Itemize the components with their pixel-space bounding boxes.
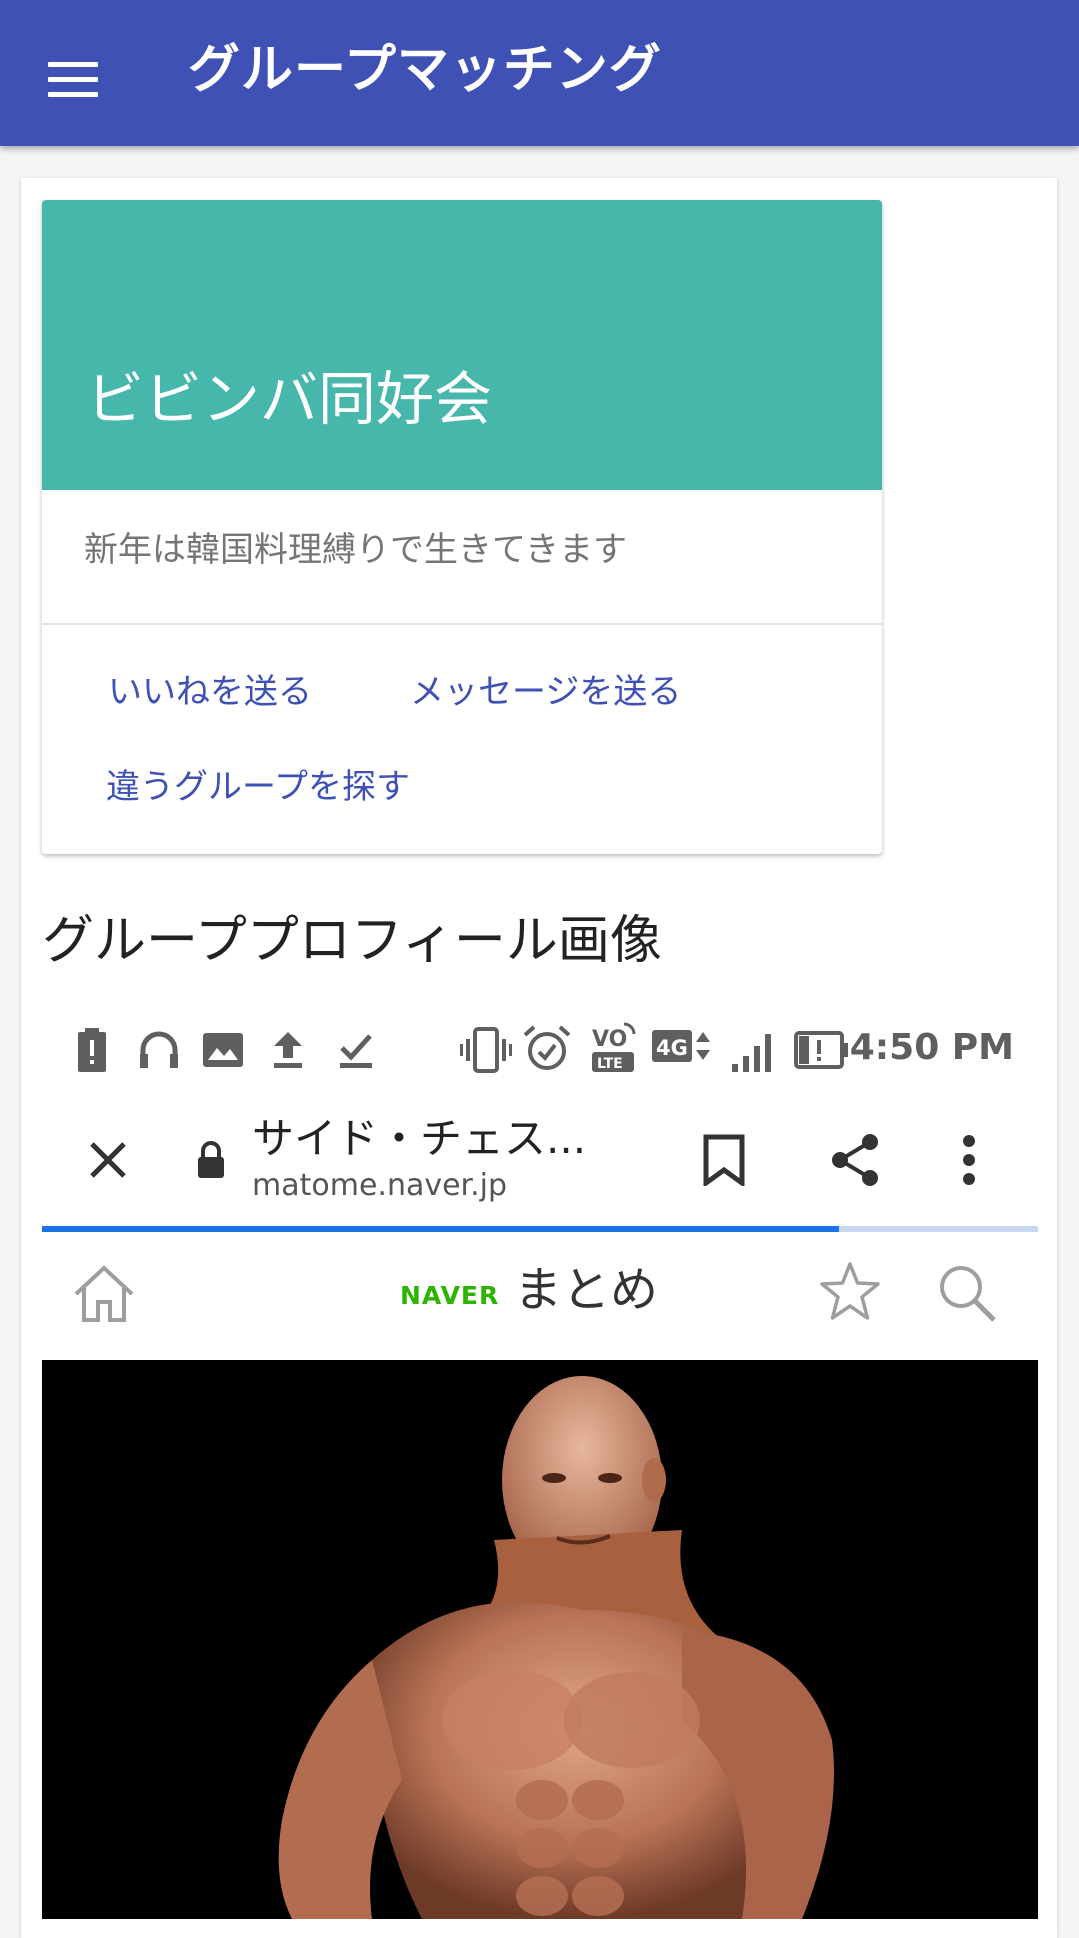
card-header: ビビンバ同好会	[42, 200, 882, 490]
more-options-icon[interactable]	[962, 1134, 976, 1186]
group-profile-image: VO LTE 4G 4:50 PM サイド・チェス... matome.nave…	[42, 1000, 1038, 1919]
browser-page-title: サイド・チェス...	[252, 1114, 587, 1163]
bookmark-icon[interactable]	[702, 1134, 746, 1186]
send-message-button[interactable]: メッセージを送る	[410, 668, 681, 716]
profile-image-heading: グループプロフィール画像	[42, 911, 662, 971]
bodybuilder-illustration	[42, 1360, 1038, 1919]
naver-logo: NAVER	[400, 1281, 500, 1310]
group-description: 新年は韓国料理縛りで生きてきます	[84, 530, 627, 570]
svg-text:VO: VO	[592, 1027, 627, 1052]
home-icon[interactable]	[72, 1264, 136, 1324]
share-icon[interactable]	[828, 1132, 882, 1188]
hamburger-menu-icon[interactable]	[48, 62, 100, 98]
send-like-button[interactable]: いいねを送る	[108, 668, 312, 716]
app-bar: グループマッチング	[0, 0, 1079, 146]
4g-network-icon: 4G	[652, 1030, 710, 1062]
headphones-icon	[140, 1031, 178, 1068]
alarm-icon	[523, 1025, 571, 1070]
battery-low-icon	[794, 1031, 848, 1069]
download-done-icon	[340, 1034, 372, 1068]
image-icon	[203, 1033, 243, 1067]
star-icon[interactable]	[818, 1260, 882, 1322]
svg-text:4G: 4G	[656, 1036, 688, 1060]
lock-icon	[198, 1141, 224, 1178]
card-divider	[42, 623, 882, 625]
status-time: 4:50 PM	[849, 1027, 1014, 1068]
bodybuilder-photo	[42, 1360, 1038, 1919]
status-bar: VO LTE 4G 4:50 PM	[42, 1000, 1038, 1096]
group-name: ビビンバ同好会	[86, 365, 493, 433]
naver-service-name: まとめ	[514, 1262, 659, 1318]
vibrate-icon	[460, 1027, 512, 1073]
svg-text:LTE: LTE	[597, 1056, 623, 1072]
naver-header: NAVER まとめ	[42, 1232, 1038, 1361]
browser-toolbar: サイド・チェス... matome.naver.jp	[42, 1096, 1038, 1226]
volte-icon: VO LTE	[592, 1022, 636, 1072]
signal-strength-icon	[732, 1034, 771, 1072]
battery-alert-icon	[78, 1028, 106, 1072]
app-title: グループマッチング	[188, 40, 662, 100]
search-icon[interactable]	[936, 1262, 998, 1324]
find-other-group-button[interactable]: 違うグループを探す	[106, 763, 410, 811]
upload-icon	[274, 1032, 302, 1068]
group-card: ビビンバ同好会 新年は韓国料理縛りで生きてきます いいねを送る メッセージを送る…	[42, 200, 882, 854]
browser-url: matome.naver.jp	[252, 1168, 508, 1203]
close-icon[interactable]	[88, 1140, 128, 1180]
